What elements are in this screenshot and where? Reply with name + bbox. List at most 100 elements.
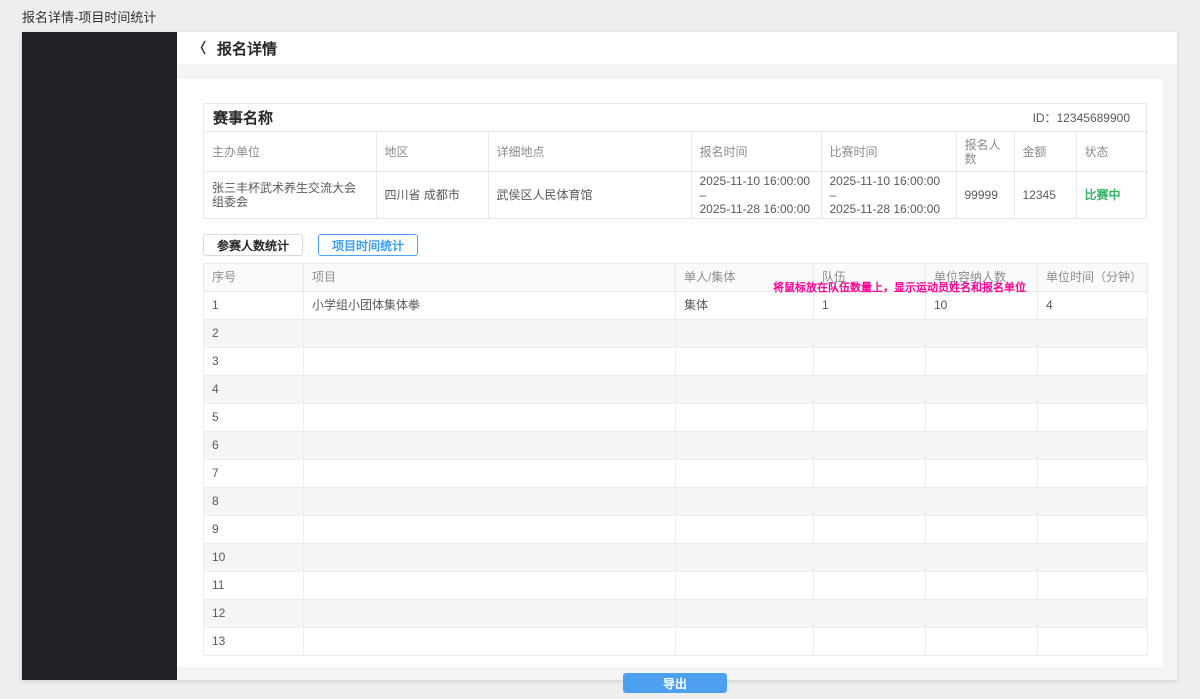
stats-column-header: 单位时间（分钟） [1038,264,1148,292]
export-button[interactable]: 导出 [623,673,727,693]
unit-time-cell [1038,488,1148,516]
team-count-cell[interactable]: 1 [814,292,926,320]
solo-group-cell [676,488,814,516]
event-info-column-header: 比赛时间 [821,132,956,172]
unit-capacity-cell [926,488,1038,516]
page-header: 〈 报名详情 [177,32,1177,65]
row-index-cell: 3 [204,348,304,376]
solo-group-cell [676,376,814,404]
team-count-cell [814,460,926,488]
unit-time-cell [1038,572,1148,600]
project-cell [304,516,676,544]
unit-capacity-cell [926,376,1038,404]
tab-project-time-stats[interactable]: 项目时间统计 [318,234,418,256]
table-row: 2 [204,320,1148,348]
table-row: 9 [204,516,1148,544]
annotation-note: 将鼠标放在队伍数量上，显示运动员姓名和报名单位 [773,279,1026,295]
unit-capacity-cell [926,516,1038,544]
project-cell [304,628,676,656]
project-cell [304,320,676,348]
table-row: 3 [204,348,1148,376]
event-info-card: 赛事名称 ID：12345689900 主办单位地区详细地点报名时间比赛时间报名… [203,103,1147,219]
back-chevron-icon[interactable]: 〈 [194,38,206,58]
unit-capacity-cell [926,404,1038,432]
solo-group-cell [676,628,814,656]
table-row: 1小学组小团体集体拳集体1104 [204,292,1148,320]
content-panel: 赛事名称 ID：12345689900 主办单位地区详细地点报名时间比赛时间报名… [177,79,1163,667]
table-row: 13 [204,628,1148,656]
solo-group-cell [676,544,814,572]
project-cell [304,432,676,460]
event-info-value-cell: 武侯区人民体育馆 [488,172,691,219]
event-info-column-header: 地区 [376,132,488,172]
row-index-cell: 5 [204,404,304,432]
row-index-cell: 4 [204,376,304,404]
unit-time-cell [1038,320,1148,348]
unit-time-cell [1038,628,1148,656]
solo-group-cell [676,348,814,376]
unit-time-cell [1038,544,1148,572]
event-info-value-cell: 四川省 成都市 [376,172,488,219]
event-info-value-cell: 2025-11-10 16:00:00 – 2025-11-28 16:00:0… [691,172,821,219]
row-index-cell: 12 [204,600,304,628]
unit-time-cell [1038,376,1148,404]
event-info-column-header: 主办单位 [204,132,376,172]
event-info-value-cell: 12345 [1014,172,1076,219]
unit-capacity-cell [926,432,1038,460]
unit-time-cell [1038,600,1148,628]
stats-column-header: 序号 [204,264,304,292]
event-info-column-header: 详细地点 [488,132,691,172]
solo-group-cell [676,572,814,600]
table-row: 11 [204,572,1148,600]
unit-capacity-cell [926,320,1038,348]
project-cell [304,404,676,432]
page-title: 报名详情 [217,38,277,59]
table-row: 12 [204,600,1148,628]
unit-time-cell [1038,432,1148,460]
table-row: 8 [204,488,1148,516]
row-index-cell: 7 [204,460,304,488]
team-count-cell [814,404,926,432]
project-cell [304,376,676,404]
unit-capacity-cell [926,600,1038,628]
unit-capacity-cell [926,572,1038,600]
solo-group-cell [676,320,814,348]
project-cell [304,460,676,488]
event-info-value-row: 张三丰杯武术养生交流大会组委会四川省 成都市武侯区人民体育馆2025-11-10… [204,172,1148,219]
team-count-cell [814,572,926,600]
project-time-table: 序号项目单人/集体队伍单位容纳人数单位时间（分钟） 1小学组小团体集体拳集体11… [203,263,1148,656]
event-info-column-header: 金额 [1014,132,1076,172]
table-row: 10 [204,544,1148,572]
unit-time-cell [1038,348,1148,376]
unit-capacity-cell: 10 [926,292,1038,320]
stats-tabs: 参赛人数统计项目时间统计 [203,234,1147,256]
project-cell [304,488,676,516]
unit-capacity-cell [926,348,1038,376]
event-info-column-header: 报名人数 [956,132,1014,172]
row-index-cell: 8 [204,488,304,516]
team-count-cell [814,516,926,544]
row-index-cell: 13 [204,628,304,656]
solo-group-cell [676,404,814,432]
event-info-header-row: 主办单位地区详细地点报名时间比赛时间报名人数金额状态 [204,132,1148,172]
row-index-cell: 10 [204,544,304,572]
table-row: 6 [204,432,1148,460]
event-info-value-cell: 99999 [956,172,1014,219]
main-area: 〈 报名详情 赛事名称 ID：12345689900 主办单位地区详细地点报名时… [177,32,1177,680]
event-info-column-header: 报名时间 [691,132,821,172]
unit-capacity-cell [926,460,1038,488]
project-cell [304,348,676,376]
project-cell [304,544,676,572]
tab-participant-count-stats[interactable]: 参赛人数统计 [203,234,303,256]
unit-capacity-cell [926,628,1038,656]
solo-group-cell [676,516,814,544]
unit-time-cell [1038,460,1148,488]
unit-time-cell [1038,516,1148,544]
team-count-cell [814,348,926,376]
table-row: 5 [204,404,1148,432]
solo-group-cell: 集体 [676,292,814,320]
solo-group-cell [676,432,814,460]
event-status-badge: 比赛中 [1076,172,1148,219]
sidebar [22,32,177,680]
project-cell [304,600,676,628]
